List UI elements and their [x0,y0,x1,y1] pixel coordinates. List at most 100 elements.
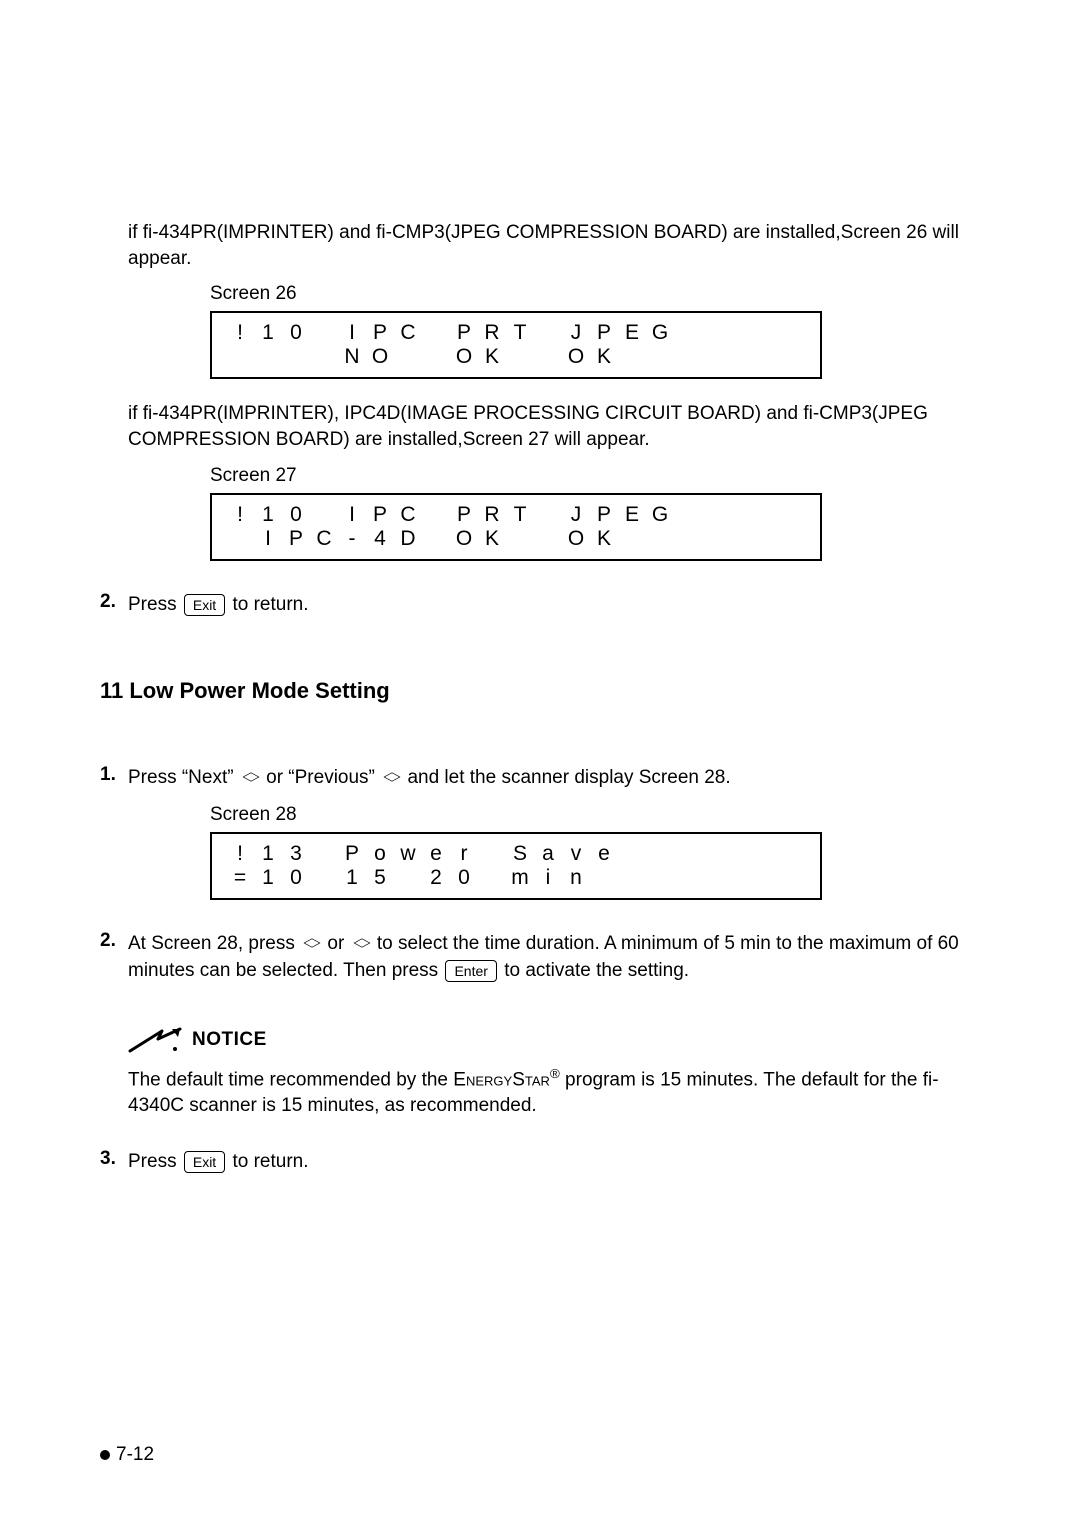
lcd-cell: ! [226,503,254,527]
lcd-cell: G [646,321,674,345]
lcd-cell: O [450,527,478,551]
notice-label: NOTICE [192,1029,267,1051]
text: tar [525,1069,550,1090]
lcd-cell [422,345,450,369]
lcd-cell [478,842,506,866]
lcd-line: !13PowerSave [226,842,806,866]
lcd-cell: v [562,842,590,866]
lcd-cell: 0 [450,866,478,890]
lcd-cell: E [618,321,646,345]
lcd-cell: R [478,503,506,527]
enter-key: Enter [445,960,496,982]
lcd-cell [534,345,562,369]
step-number: 2. [100,930,128,952]
lcd-cell [394,866,422,890]
text: E [453,1069,466,1090]
lcd-cell: K [478,527,506,551]
exit-key: Exit [184,1151,225,1173]
page-content: if fi-434PR(IMPRINTER) and fi-CMP3(JPEG … [100,220,980,1176]
next-icon [241,773,259,783]
step-1-navigate: 1. Press “Next” or “Previous” and let th… [100,764,980,792]
page-number: 7-12 [116,1444,154,1465]
step-2-exit: 2. Press Exit to return. [100,591,980,619]
text: or [322,933,349,954]
lcd-cell: P [366,321,394,345]
exit-key: Exit [184,594,225,616]
step-number: 2. [100,591,128,613]
bullet-icon [100,1450,110,1460]
lcd-cell [254,345,282,369]
lcd-cell: w [394,842,422,866]
lcd-cell [618,866,646,890]
lcd-cell: r [450,842,478,866]
step-number: 3. [100,1148,128,1170]
lcd-cell: m [506,866,534,890]
lcd-cell: 0 [282,866,310,890]
lcd-cell: 1 [254,321,282,345]
text: S [512,1069,525,1090]
lcd-cell [422,321,450,345]
lcd-cell [618,842,646,866]
lcd-cell: P [282,527,310,551]
lcd-cell: J [562,503,590,527]
lcd-cell: P [338,842,366,866]
text: Press [128,594,182,615]
lcd-cell: C [394,503,422,527]
lcd-cell: a [534,842,562,866]
section-heading-low-power: 11 Low Power Mode Setting [100,678,980,704]
text: to return. [227,594,308,615]
lcd-cell [310,866,338,890]
lcd-cell: e [590,842,618,866]
lcd-cell [646,345,674,369]
lcd-cell: N [338,345,366,369]
screen26-label: Screen 26 [210,283,980,305]
lcd-cell [478,866,506,890]
notice-header: NOTICE [128,1025,980,1055]
lcd-cell: K [590,345,618,369]
lcd-cell: P [590,503,618,527]
lcd-cell [590,866,618,890]
screen28-label: Screen 28 [210,804,980,826]
previous-icon [382,773,400,783]
lcd-cell: 3 [282,842,310,866]
screen27-label: Screen 27 [210,465,980,487]
lcd-cell: 0 [282,321,310,345]
text: The default time recommended by the [128,1069,453,1090]
text: and let the scanner display Screen 28. [402,767,730,788]
step-body: Press Exit to return. [128,591,980,619]
lcd-cell [618,345,646,369]
step-body: Press Exit to return. [128,1148,980,1176]
lcd-cell [646,842,674,866]
page-footer: 7-12 [100,1444,154,1466]
paragraph-screen27-intro: if fi-434PR(IMPRINTER), IPC4D(IMAGE PROC… [128,401,980,452]
lcd-cell: 1 [254,503,282,527]
lcd-cell [534,321,562,345]
lcd-cell: D [394,527,422,551]
lcd-cell: - [338,527,366,551]
lcd-cell: 1 [254,866,282,890]
lcd-cell: 0 [282,503,310,527]
lcd-screen-27: !10IPCPRTJPEG IPC-4DOKOK [210,493,822,561]
lcd-screen-26: !10IPCPRTJPEG NOOKOK [210,311,822,379]
lcd-cell [422,503,450,527]
notice-icon [128,1025,182,1055]
lcd-cell [422,527,450,551]
lcd-cell: J [562,321,590,345]
lcd-cell: I [338,321,366,345]
step-3-exit: 3. Press Exit to return. [100,1148,980,1176]
notice-text: The default time recommended by the Ener… [128,1065,980,1119]
lcd-cell [310,321,338,345]
paragraph-screen26-intro: if fi-434PR(IMPRINTER) and fi-CMP3(JPEG … [128,220,980,271]
lcd-cell: C [394,321,422,345]
lcd-cell: ! [226,321,254,345]
step-body: Press “Next” or “Previous” and let the s… [128,764,980,792]
lcd-cell: 1 [338,866,366,890]
lcd-cell [506,345,534,369]
lcd-cell: I [254,527,282,551]
lcd-cell: R [478,321,506,345]
lcd-cell: O [562,527,590,551]
text: Press “Next” [128,767,239,788]
lcd-cell: C [310,527,338,551]
lcd-cell: P [450,503,478,527]
lcd-cell [226,345,254,369]
